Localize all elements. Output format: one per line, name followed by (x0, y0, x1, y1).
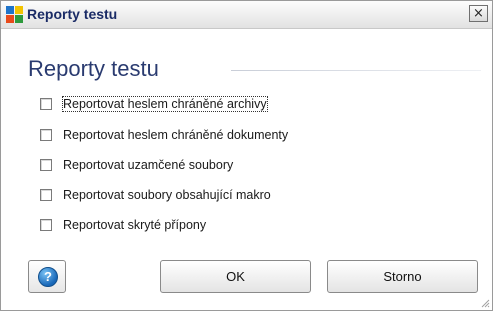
option-locked-files[interactable]: Reportovat uzamčené soubory (40, 157, 233, 173)
option-macro-files[interactable]: Reportovat soubory obsahující makro (40, 187, 271, 203)
close-icon: × (473, 6, 484, 21)
checkbox[interactable] (40, 129, 52, 141)
ok-button[interactable]: OK (160, 260, 311, 293)
option-hidden-extensions[interactable]: Reportovat skryté přípony (40, 217, 206, 233)
option-password-archives[interactable]: Reportovat heslem chráněné archivy (40, 96, 268, 112)
checkbox[interactable] (40, 189, 52, 201)
option-label[interactable]: Reportovat heslem chráněné dokumenty (63, 128, 288, 142)
title-bar[interactable]: Reporty testu × (1, 1, 492, 29)
option-label[interactable]: Reportovat skryté přípony (63, 218, 206, 232)
checkbox[interactable] (40, 159, 52, 171)
option-password-documents[interactable]: Reportovat heslem chráněné dokumenty (40, 127, 288, 143)
checkbox[interactable] (40, 219, 52, 231)
resize-grip-icon[interactable] (480, 298, 490, 308)
option-label[interactable]: Reportovat heslem chráněné archivy (62, 96, 268, 112)
avg-app-icon (6, 6, 23, 23)
page-title: Reporty testu (28, 56, 159, 81)
report-settings-dialog: Reporty testu × Reporty testu Reportovat… (0, 0, 493, 311)
help-button[interactable]: ? (28, 260, 66, 293)
help-icon: ? (38, 267, 58, 287)
window-title: Reporty testu (27, 6, 118, 22)
option-label[interactable]: Reportovat soubory obsahující makro (63, 188, 271, 202)
close-button[interactable]: × (469, 5, 488, 22)
cancel-button[interactable]: Storno (327, 260, 478, 293)
heading-divider (231, 70, 481, 71)
checkbox[interactable] (40, 98, 52, 110)
option-label[interactable]: Reportovat uzamčené soubory (63, 158, 233, 172)
